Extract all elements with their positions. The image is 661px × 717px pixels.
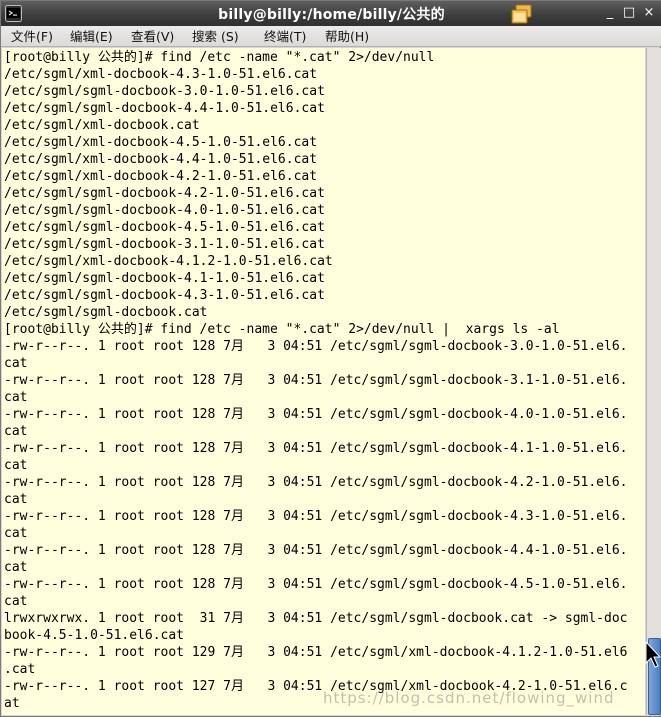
terminal-line: /etc/sgml/sgml-docbook-4.1-1.0-51.el6.ca… (4, 271, 325, 286)
terminal-line: /etc/sgml/xml-docbook-4.4-1.0-51.el6.cat (4, 152, 318, 167)
terminal-line: /etc/sgml/sgml-docbook-4.4-1.0-51.el6.ca… (4, 101, 325, 116)
terminal-line: lrwxrwxrwx. 1 root root 31 7月 3 04:51 /e… (4, 611, 628, 626)
terminal-line: cat (4, 526, 28, 541)
terminal-line: book-4.5-1.0-51.el6.cat (4, 628, 185, 643)
terminal-line: cat (4, 424, 28, 439)
terminal-line: /etc/sgml/sgml-docbook-3.1-1.0-51.el6.ca… (4, 237, 325, 252)
terminal-line: cat (4, 560, 28, 575)
windows-stack-icon (511, 4, 532, 24)
menu-file[interactable]: 文件(F) (11, 28, 53, 45)
terminal-line: /etc/sgml/sgml-docbook-4.5-1.0-51.el6.ca… (4, 220, 325, 235)
terminal-line: /etc/sgml/xml-docbook-4.2-1.0-51.el6.cat (4, 169, 318, 184)
terminal-line: -rw-r--r--. 1 root root 128 7月 3 04:51 /… (4, 475, 628, 490)
terminal-line: -rw-r--r--. 1 root root 128 7月 3 04:51 /… (4, 577, 628, 592)
terminal-line: [root@billy 公共的]# find /etc -name "*.cat… (4, 50, 435, 65)
terminal-line: -rw-r--r--. 1 root root 128 7月 3 04:51 /… (4, 373, 628, 388)
terminal-text: [root@billy 公共的]# find /etc -name "*.cat… (4, 49, 645, 712)
title-bar[interactable]: billy@billy:/home/billy/公共的 _ □ × (1, 1, 661, 26)
terminal-line: /etc/sgml/xml-docbook-4.1.2-1.0-51.el6.c… (4, 254, 333, 269)
terminal-window: billy@billy:/home/billy/公共的 _ □ × 文件(F) … (0, 0, 661, 717)
terminal-line: cat (4, 594, 28, 609)
terminal-line: cat (4, 458, 28, 473)
window-title: billy@billy:/home/billy/公共的 (218, 7, 445, 23)
terminal-line: [root@billy 公共的]# find /etc -name "*.cat… (4, 322, 560, 337)
terminal-line: cat (4, 356, 28, 371)
maximize-button[interactable]: □ (621, 5, 637, 21)
terminal-line: /etc/sgml/sgml-docbook-3.0-1.0-51.el6.ca… (4, 84, 325, 99)
terminal-line: cat (4, 492, 28, 507)
terminal-line: -rw-r--r--. 1 root root 129 7月 3 04:51 /… (4, 645, 628, 660)
vertical-scrollbar[interactable] (646, 48, 661, 715)
mouse-cursor-icon (645, 641, 661, 668)
menu-edit[interactable]: 编辑(E) (70, 28, 113, 45)
menu-view[interactable]: 查看(V) (131, 28, 174, 45)
terminal-line: cat (4, 390, 28, 405)
minimize-button[interactable]: _ (602, 5, 618, 21)
terminal-line: /etc/sgml/xml-docbook-4.3-1.0-51.el6.cat (4, 67, 318, 82)
terminal-line: -rw-r--r--. 1 root root 128 7月 3 04:51 /… (4, 543, 628, 558)
menu-search[interactable]: 搜索 (S) (192, 28, 239, 45)
terminal-line: /etc/sgml/xml-docbook-4.5-1.0-51.el6.cat (4, 135, 318, 150)
terminal-line: -rw-r--r--. 1 root root 128 7月 3 04:51 /… (4, 339, 628, 354)
terminal-output[interactable]: [root@billy 公共的]# find /etc -name "*.cat… (2, 48, 645, 715)
terminal-line: /etc/sgml/sgml-docbook.cat (4, 305, 208, 320)
menu-bar: 文件(F) 编辑(E) 查看(V) 搜索 (S) 终端(T) 帮助(H) (1, 26, 661, 47)
terminal-line: -rw-r--r--. 1 root root 128 7月 3 04:51 /… (4, 407, 628, 422)
menu-terminal[interactable]: 终端(T) (264, 28, 306, 45)
menu-help[interactable]: 帮助(H) (325, 28, 369, 45)
terminal-line: /etc/sgml/xml-docbook.cat (4, 118, 200, 133)
terminal-line: /etc/sgml/sgml-docbook-4.3-1.0-51.el6.ca… (4, 288, 325, 303)
terminal-line: /etc/sgml/sgml-docbook-4.0-1.0-51.el6.ca… (4, 203, 325, 218)
terminal-line: .cat (4, 662, 36, 677)
terminal-line: -rw-r--r--. 1 root root 128 7月 3 04:51 /… (4, 509, 628, 524)
close-button[interactable]: × (641, 5, 657, 21)
terminal-line: /etc/sgml/sgml-docbook-4.2-1.0-51.el6.ca… (4, 186, 325, 201)
terminal-line: -rw-r--r--. 1 root root 128 7月 3 04:51 /… (4, 441, 628, 456)
watermark: https://blog.csdn.net/flowing_wind (323, 689, 615, 707)
